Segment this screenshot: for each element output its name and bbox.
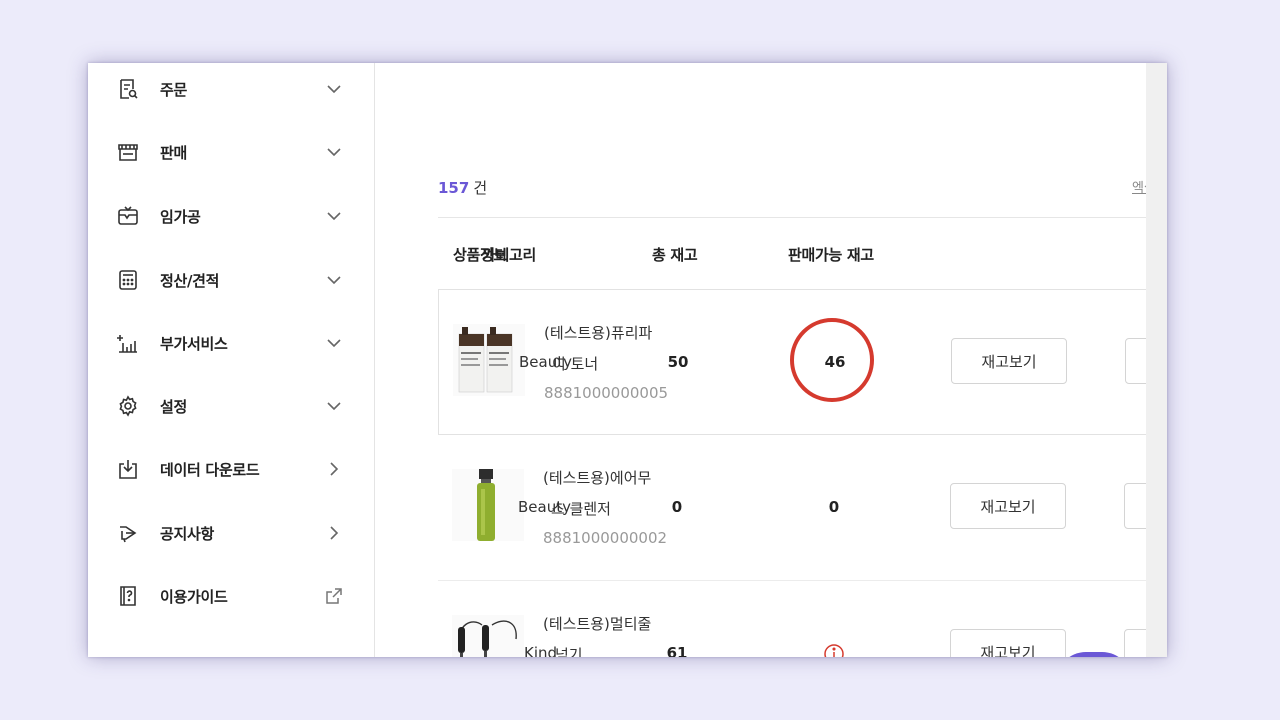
- header-available-stock: 판매가능 재고: [788, 246, 874, 264]
- sidebar-item-label: 설정: [160, 397, 188, 416]
- sidebar-item-label: 공지사항: [160, 524, 215, 543]
- header-total-stock: 총 재고: [652, 246, 698, 264]
- chart-plus-icon: [117, 332, 139, 354]
- megaphone-icon: [117, 522, 139, 544]
- product-name-cont: 이 토너: [552, 355, 599, 373]
- highlight-annotation-circle: [790, 318, 874, 402]
- order-search-icon: [117, 78, 139, 100]
- result-count-unit: 건: [473, 179, 488, 197]
- sidebar: 주문 판매 임가공 정산/견적 부가서비스 설정 데이터 다운로드 공지사항 이…: [88, 63, 375, 657]
- product-code: 8881000000002: [543, 529, 668, 547]
- chevron-down-icon: [325, 334, 343, 352]
- result-count-number: 157: [438, 179, 470, 197]
- sidebar-item-label: 이용가이드: [160, 587, 228, 606]
- chevron-down-icon: [325, 207, 343, 225]
- download-icon: [117, 458, 139, 480]
- result-count: 157 건: [438, 177, 487, 198]
- chevron-right-icon: [325, 460, 343, 478]
- table-row[interactable]: (테스트용)멀티줄 Kind 넘기 61 재고보기: [438, 581, 1164, 657]
- product-code: 8881000000005: [544, 384, 669, 402]
- product-thumbnail: [452, 469, 524, 541]
- inventory-panel: 157건 엑셀 상품정보 카테고리 총 재고 판매가능 재고: [376, 63, 1165, 657]
- total-stock: 61: [666, 644, 688, 657]
- sidebar-item-label: 정산/견적: [160, 271, 220, 290]
- product-category: Kind: [524, 644, 558, 657]
- sidebar-item-notices[interactable]: 공지사항: [88, 511, 375, 555]
- product-name-cont: 스 클렌저: [551, 500, 611, 518]
- view-stock-button[interactable]: 재고보기: [951, 338, 1067, 384]
- sidebar-item-extra-services[interactable]: 부가서비스: [88, 321, 375, 365]
- chevron-right-icon: [325, 524, 343, 542]
- available-stock: 0: [828, 498, 840, 516]
- sidebar-item-settings[interactable]: 설정: [88, 384, 375, 428]
- gear-icon: [117, 395, 139, 417]
- total-stock: 0: [671, 498, 683, 516]
- app-window: 주문 판매 임가공 정산/견적 부가서비스 설정 데이터 다운로드 공지사항 이…: [88, 63, 1167, 657]
- guide-book-icon: [117, 585, 139, 607]
- product-thumbnail: [452, 615, 524, 657]
- scrollbar[interactable]: [1146, 63, 1167, 657]
- store-icon: [117, 141, 139, 163]
- sidebar-item-label: 임가공: [160, 207, 201, 226]
- product-thumbnail: [453, 324, 525, 396]
- table-row[interactable]: (테스트용)에어무 Beauty 스 클렌저 8881000000002 0 0…: [438, 435, 1164, 581]
- external-link-icon: [325, 587, 343, 605]
- sidebar-item-sales[interactable]: 판매: [88, 130, 375, 174]
- product-name: (테스트용)멀티줄: [543, 615, 652, 633]
- excel-download-link[interactable]: 엑셀: [1132, 177, 1146, 196]
- sidebar-item-data-download[interactable]: 데이터 다운로드: [88, 447, 375, 491]
- sidebar-item-orders[interactable]: 주문: [88, 67, 375, 111]
- divider: [438, 217, 1146, 218]
- chevron-down-icon: [325, 80, 343, 98]
- product-name: (테스트용)에어무: [543, 469, 652, 487]
- product-name-cont: 넘기: [555, 646, 583, 657]
- processing-box-icon: [117, 205, 139, 227]
- calculator-icon: [117, 269, 139, 291]
- view-stock-button[interactable]: 재고보기: [950, 483, 1066, 529]
- header-category: 카테고리: [482, 246, 537, 264]
- sidebar-item-label: 데이터 다운로드: [160, 460, 260, 479]
- sidebar-item-user-guide[interactable]: 이용가이드: [88, 574, 375, 618]
- sidebar-item-label: 주문: [160, 80, 188, 99]
- chevron-down-icon: [325, 271, 343, 289]
- view-stock-button[interactable]: 재고보기: [950, 629, 1066, 657]
- sidebar-item-label: 부가서비스: [160, 334, 228, 353]
- sidebar-item-processing[interactable]: 임가공: [88, 194, 375, 238]
- sidebar-item-settlement[interactable]: 정산/견적: [88, 258, 375, 302]
- sidebar-item-label: 판매: [160, 143, 188, 162]
- product-name: (테스트용)퓨리파: [544, 324, 653, 342]
- total-stock: 50: [667, 353, 689, 371]
- chevron-down-icon: [325, 143, 343, 161]
- chevron-down-icon: [325, 397, 343, 415]
- info-icon[interactable]: [823, 643, 845, 657]
